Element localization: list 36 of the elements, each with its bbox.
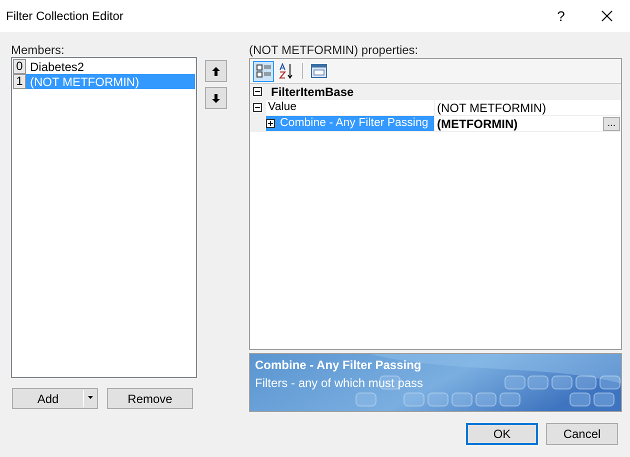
collapse-icon[interactable] bbox=[253, 87, 262, 96]
sort-alphabetical-icon bbox=[278, 63, 294, 79]
property-name: Value bbox=[268, 100, 297, 115]
property-pages-icon bbox=[310, 64, 326, 78]
collapse-icon[interactable] bbox=[253, 103, 262, 112]
down-arrow-icon bbox=[212, 94, 220, 102]
expand-icon[interactable] bbox=[266, 119, 275, 128]
remove-button[interactable]: Remove bbox=[107, 388, 193, 409]
member-name: Diabetes2 bbox=[30, 58, 84, 76]
member-item[interactable]: 1 (NOT METFORMIN) bbox=[13, 74, 195, 89]
close-icon bbox=[601, 10, 613, 22]
up-arrow-icon bbox=[212, 66, 220, 76]
description-title: Combine - Any Filter Passing bbox=[255, 357, 422, 374]
move-down-button[interactable] bbox=[205, 87, 227, 109]
category-name: FilterItemBase bbox=[271, 84, 354, 100]
member-name: (NOT METFORMIN) bbox=[30, 74, 140, 90]
property-value: (NOT METFORMIN) bbox=[437, 100, 548, 116]
add-button[interactable]: Add bbox=[12, 388, 98, 409]
members-list[interactable]: 0 Diabetes2 1 (NOT METFORMIN) bbox=[11, 57, 197, 378]
help-button[interactable]: ? bbox=[538, 0, 584, 32]
member-item[interactable]: 0 Diabetes2 bbox=[13, 59, 195, 74]
categorized-icon bbox=[256, 63, 272, 79]
description-text: Filters - any of which must pass bbox=[255, 375, 424, 392]
category-row[interactable]: FilterItemBase bbox=[250, 84, 621, 100]
property-name-cell[interactable]: Value bbox=[266, 100, 434, 115]
index-label: 0 bbox=[13, 59, 26, 74]
members-label: Members: bbox=[11, 42, 66, 57]
property-value: (METFORMIN) bbox=[437, 116, 519, 132]
properties-label: (NOT METFORMIN) properties: bbox=[249, 42, 420, 58]
index-label: 1 bbox=[13, 74, 26, 89]
ellipsis-button[interactable]: ... bbox=[603, 116, 620, 130]
categorized-button[interactable] bbox=[253, 60, 274, 82]
cancel-button[interactable]: Cancel bbox=[546, 423, 618, 445]
move-up-button[interactable] bbox=[205, 60, 227, 82]
window-title: Filter Collection Editor bbox=[6, 8, 124, 25]
ok-button[interactable]: OK bbox=[466, 423, 538, 445]
